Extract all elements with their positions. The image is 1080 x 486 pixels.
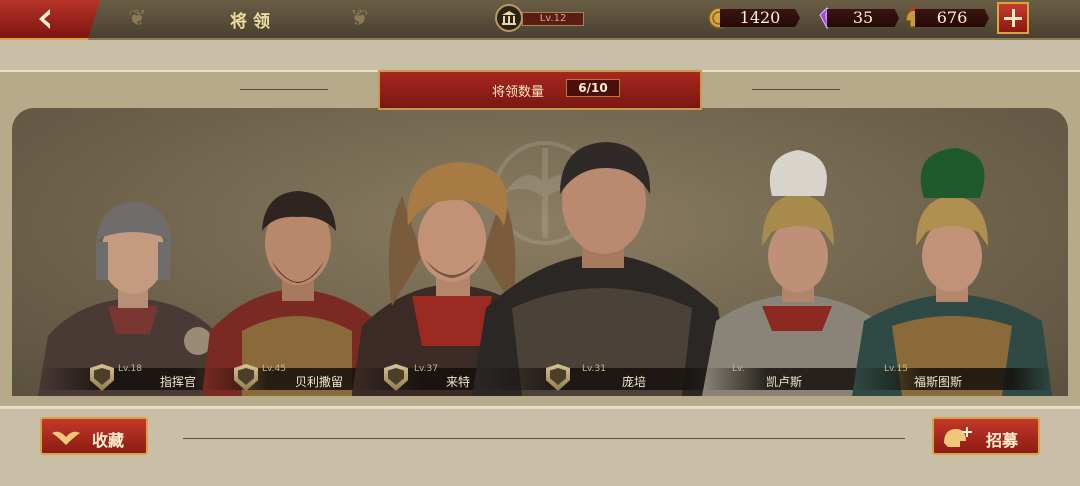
nameplate: Lv.15 福斯图斯 xyxy=(852,364,1052,390)
laurel-right-icon: ❦ xyxy=(350,6,369,31)
general-name: 凯卢斯 xyxy=(766,375,803,389)
general-name: 指挥官 xyxy=(160,375,197,389)
general-card-featured[interactable]: Lv.31 庞培 xyxy=(472,138,732,396)
eagle-icon xyxy=(52,431,80,445)
helmet-value: 676 xyxy=(915,9,989,27)
recruit-button[interactable]: 招募 xyxy=(932,417,1040,455)
general-level: Lv.15 xyxy=(884,364,908,374)
general-card[interactable]: Lv.15 福斯图斯 xyxy=(852,146,1052,396)
general-count-banner: 将领数量 6/10 xyxy=(378,70,702,110)
general-portrait xyxy=(472,142,732,396)
top-bar: ❦ 将领 ❦ Lv.12 1420 35 676 xyxy=(0,0,1080,40)
rank-star-icon xyxy=(546,364,570,391)
general-count-value: 6/10 xyxy=(566,79,620,97)
general-level: Lv.45 xyxy=(262,364,286,374)
general-level: Lv.31 xyxy=(582,364,606,374)
city-temple-icon[interactable] xyxy=(495,4,523,32)
generals-panel: Lv.18 指挥官 Lv.45 贝利撒留 Lv.37 来特 Lv.31 庞培 L… xyxy=(0,70,1080,409)
back-button[interactable] xyxy=(0,0,100,40)
collection-button[interactable]: 收藏 xyxy=(40,417,148,455)
divider xyxy=(240,89,328,90)
general-name: 庞培 xyxy=(622,375,647,389)
recruit-label: 招募 xyxy=(986,431,1019,450)
nameplate: Lv.31 庞培 xyxy=(472,364,732,391)
page-title: 将领 xyxy=(230,12,276,32)
rank-chevron-icon xyxy=(90,364,114,391)
rank-shield-icon xyxy=(234,364,258,391)
divider xyxy=(183,438,905,439)
general-level: Lv. xyxy=(732,364,745,374)
general-level: Lv.37 xyxy=(414,364,438,374)
add-resource-button[interactable] xyxy=(997,2,1029,34)
nameplate: Lv.18 指挥官 xyxy=(38,364,228,391)
helmet-plus-icon xyxy=(944,427,972,447)
general-name: 福斯图斯 xyxy=(914,375,963,389)
gem-value: 35 xyxy=(827,9,899,27)
rank-star-icon xyxy=(384,364,408,391)
generals-gallery[interactable]: Lv.18 指挥官 Lv.45 贝利撒留 Lv.37 来特 Lv.31 庞培 L… xyxy=(12,108,1068,396)
general-name: 来特 xyxy=(446,375,471,389)
general-portrait xyxy=(852,148,1052,396)
divider xyxy=(752,89,840,90)
gold-value: 1420 xyxy=(720,9,800,27)
city-level: Lv.12 xyxy=(522,12,584,26)
general-level: Lv.18 xyxy=(118,364,142,374)
laurel-left-icon: ❦ xyxy=(128,6,147,31)
general-name: 贝利撒留 xyxy=(295,375,344,389)
general-card[interactable]: Lv.18 指挥官 xyxy=(38,186,228,396)
general-count-label: 将领数量 xyxy=(492,85,545,100)
collection-label: 收藏 xyxy=(92,431,125,450)
back-arrow-icon xyxy=(39,9,50,29)
